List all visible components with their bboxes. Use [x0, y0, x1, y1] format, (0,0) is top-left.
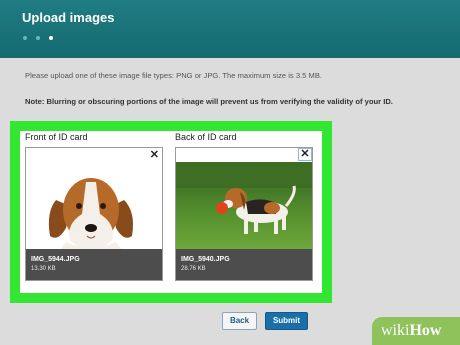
back-button[interactable]: Back — [222, 312, 257, 330]
front-file-name: IMG_5944.JPG — [31, 256, 80, 263]
page-title: Upload images — [22, 10, 115, 25]
back-file-size: 28.76 KB — [181, 266, 206, 272]
step-indicator — [23, 36, 53, 40]
back-image-card[interactable]: ✕ IMG_5940.JPG 28.76 KB — [175, 147, 313, 281]
back-image-thumbnail — [176, 162, 312, 250]
step-dot-2 — [36, 36, 40, 40]
blur-warning-note: Note: Blurring or obscuring portions of … — [25, 97, 393, 106]
wikihow-watermark: wikiHow — [372, 317, 460, 345]
submit-button[interactable]: Submit — [265, 312, 308, 330]
front-image-thumbnail — [26, 162, 162, 250]
step-dot-3-active — [49, 36, 53, 40]
front-file-info: IMG_5944.JPG 13.30 KB — [26, 249, 162, 280]
watermark-prefix: wiki — [381, 322, 410, 339]
back-file-name: IMG_5940.JPG — [181, 256, 230, 263]
front-card-label: Front of ID card — [25, 132, 88, 142]
remove-back-image-icon[interactable]: ✕ — [298, 148, 312, 161]
upload-instructions: Please upload one of these image file ty… — [25, 71, 322, 80]
modal-header: Upload images — [0, 0, 460, 58]
back-card-label: Back of ID card — [175, 132, 237, 142]
watermark-suffix: How — [409, 322, 442, 339]
step-dot-1 — [23, 36, 27, 40]
back-file-info: IMG_5940.JPG 28.76 KB — [176, 249, 312, 280]
front-file-size: 13.30 KB — [31, 266, 56, 272]
front-image-card[interactable]: ✕ IMG_5944.JPG 13.30 KB — [25, 147, 163, 281]
remove-front-image-icon[interactable]: ✕ — [150, 149, 159, 161]
